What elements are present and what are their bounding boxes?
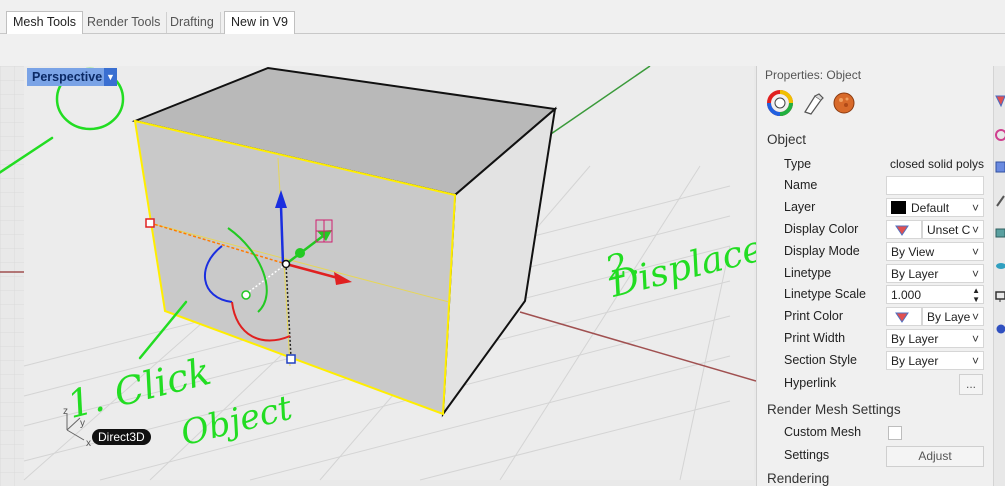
display-color-dropdown[interactable]: Unset C [922, 220, 984, 239]
section-style-dropdown[interactable]: By Layer [886, 351, 984, 370]
sun-panel-icon[interactable] [995, 322, 1005, 336]
row-print-width: Print Width By Layer [783, 329, 985, 350]
linetype-scale-input[interactable]: 1.000 ▲ ▼ [886, 285, 984, 304]
gumball-z-handle[interactable] [286, 354, 296, 364]
color-swatch-icon [895, 225, 909, 236]
print-width-dropdown[interactable]: By Layer [886, 329, 984, 348]
viewport-menu-dropdown-icon[interactable]: ▼ [104, 68, 117, 86]
row-hyperlink: Hyperlink ... [783, 374, 985, 395]
section-style-label: Section Style [784, 353, 857, 367]
adjust-button[interactable]: Adjust [886, 446, 984, 467]
linetype-scale-label: Linetype Scale [784, 287, 867, 301]
section-style-value: By Layer [891, 354, 939, 368]
custom-mesh-checkbox[interactable] [888, 426, 902, 440]
object-section-header[interactable]: Object [767, 132, 806, 147]
layer-dropdown[interactable]: Default [886, 198, 984, 217]
row-display-mode: Display Mode By View [783, 242, 985, 263]
display-mode-label: Display Mode [784, 244, 860, 258]
panel-side-strip [993, 66, 1005, 486]
row-settings: Settings Adjust [783, 446, 985, 467]
custom-mesh-label: Custom Mesh [784, 425, 862, 439]
hyperlink-browse-button[interactable]: ... [959, 374, 983, 395]
print-color-label: Print Color [784, 309, 844, 323]
ribbon-tab-bar: Mesh Tools Render Tools Drafting New in … [0, 0, 1005, 34]
object-properties-tab-icon[interactable] [767, 90, 793, 116]
name-label: Name [784, 178, 818, 192]
decal-tab-icon[interactable] [801, 92, 825, 116]
environment-panel-icon[interactable] [995, 258, 1005, 272]
render-mesh-section-header[interactable]: Render Mesh Settings [767, 402, 901, 417]
pen-panel-icon[interactable] [995, 194, 1005, 208]
layer-value: Default [911, 201, 950, 215]
ribbon-toolbar [0, 34, 1005, 67]
row-layer: Layer Default [783, 198, 985, 219]
linetype-value: By Layer [891, 267, 939, 281]
named-views-panel-icon[interactable] [995, 226, 1005, 240]
print-width-value: By Layer [891, 332, 939, 346]
row-name: Name [783, 176, 985, 197]
gumball-center[interactable] [281, 259, 291, 269]
row-section-style: Section Style By Layer [783, 351, 985, 372]
print-color-dropdown[interactable]: By Laye [922, 307, 984, 326]
linetype-label: Linetype [784, 266, 832, 280]
axis-x-label: x [86, 438, 91, 449]
linetype-dropdown[interactable]: By Layer [886, 264, 984, 283]
row-custom-mesh: Custom Mesh [783, 423, 985, 444]
type-value: closed solid polys [890, 157, 984, 171]
tab-drafting[interactable]: Drafting [164, 12, 221, 33]
row-type: Type closed solid polys [783, 155, 985, 176]
row-linetype: Linetype By Layer [783, 264, 985, 285]
display-color-value: Unset C [927, 223, 971, 237]
perspective-viewport[interactable]: Perspective ▼ Direct3D z y x 1. Click Ob… [0, 66, 756, 486]
display-color-swatch-button[interactable] [886, 220, 922, 239]
hyperlink-label: Hyperlink [784, 376, 837, 390]
left-viewport-grid [0, 66, 24, 486]
layer-color-swatch [891, 201, 906, 214]
gumball-x-handle[interactable] [145, 218, 155, 228]
layer-label: Layer [784, 200, 816, 214]
spinner-icon[interactable]: ▲ ▼ [972, 286, 980, 303]
tab-new-in-v9[interactable]: New in V9 [224, 11, 295, 34]
tab-render-tools[interactable]: Render Tools [81, 12, 168, 33]
axis-z-label: z [63, 406, 68, 417]
tab-mesh-tools[interactable]: Mesh Tools [6, 11, 83, 34]
print-color-value: By Laye [927, 310, 971, 324]
display-color-label: Display Color [784, 222, 859, 236]
row-print-color: Print Color By Laye [783, 307, 985, 328]
name-input[interactable] [886, 176, 984, 195]
renderer-badge: Direct3D [92, 429, 151, 445]
materials-panel-icon[interactable] [995, 128, 1005, 142]
display-mode-dropdown[interactable]: By View [886, 242, 984, 261]
settings-label: Settings [784, 448, 830, 462]
display-mode-value: By View [891, 245, 935, 259]
color-swatch-icon [895, 312, 909, 323]
properties-panel-icon[interactable] [995, 94, 1005, 108]
gumball-rotation-handle[interactable] [241, 290, 251, 300]
displacement-tab-icon[interactable] [831, 90, 857, 116]
x-axis-line [519, 311, 756, 382]
properties-panel: Properties: Object Object Type closed so… [756, 66, 1005, 486]
row-linetype-scale: Linetype Scale 1.000 ▲ ▼ [783, 285, 985, 306]
print-color-swatch-button[interactable] [886, 307, 922, 326]
print-width-label: Print Width [784, 331, 846, 345]
linetype-scale-value: 1.000 [891, 288, 922, 302]
layers-panel-icon[interactable] [995, 160, 1005, 174]
display-panel-icon[interactable] [995, 290, 1005, 304]
y-axis-line [547, 66, 651, 137]
panel-title: Properties: Object [765, 68, 862, 82]
type-label: Type [784, 157, 812, 171]
gumball-y-scale-handle[interactable] [295, 248, 305, 258]
rendering-section-header[interactable]: Rendering [767, 471, 829, 486]
row-display-color: Display Color Unset C [783, 220, 985, 241]
